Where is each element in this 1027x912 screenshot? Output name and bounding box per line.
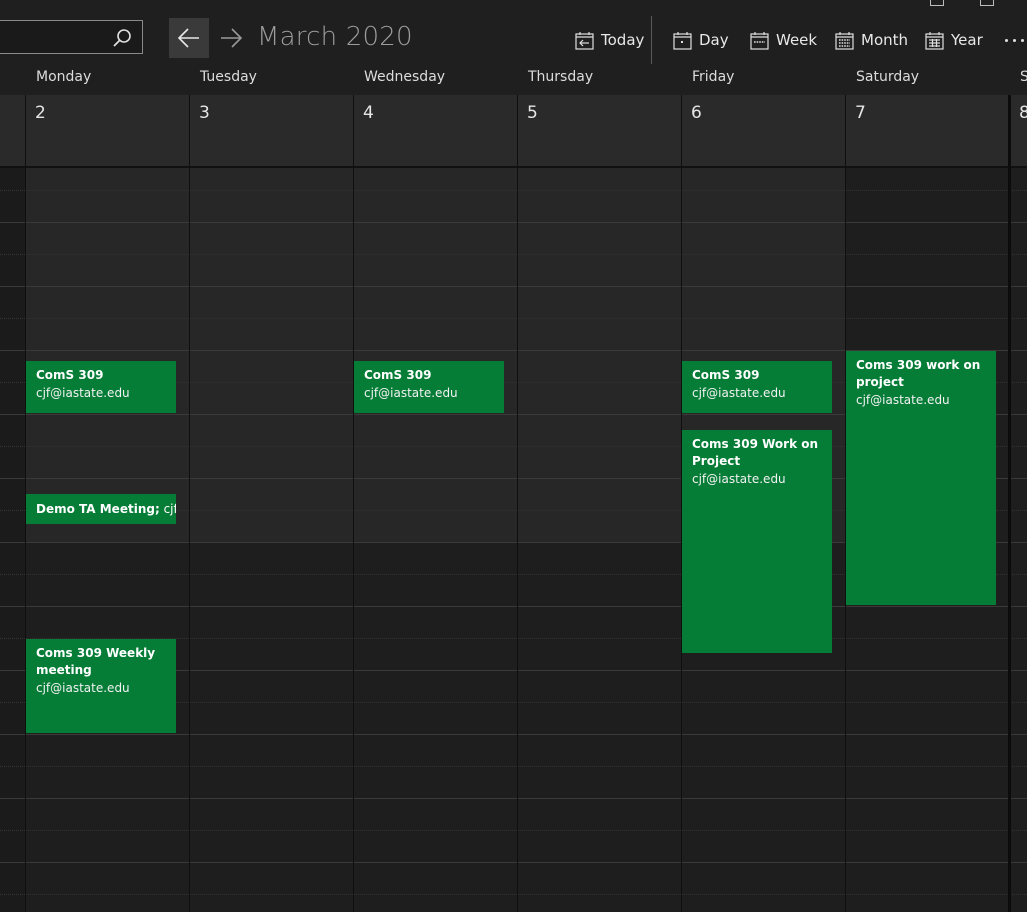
- date-number-tuesday[interactable]: 3: [199, 103, 210, 123]
- event-organizer: cjf@iastate.edu: [692, 472, 786, 486]
- previous-month-button[interactable]: [169, 18, 209, 58]
- arrow-right-icon: [221, 28, 243, 48]
- event-organizer: cjf@iastate.edu: [856, 393, 950, 407]
- hour-line: [0, 734, 1027, 735]
- next-month-button[interactable]: [211, 18, 247, 58]
- year-view-button[interactable]: Year: [925, 28, 983, 52]
- hour-line: [0, 798, 1027, 799]
- event-title: ComS 309: [692, 368, 760, 382]
- event-organizer: cjf@: [163, 502, 176, 516]
- column-divider: [517, 95, 518, 912]
- more-options-icon[interactable]: [1003, 26, 1027, 50]
- day-name-saturday: Saturday: [856, 69, 920, 85]
- toolbar-divider: [651, 16, 652, 64]
- column-divider-thick: [1008, 95, 1011, 912]
- event-card-friday-coms309[interactable]: ComS 309 cjf@iastate.edu: [682, 361, 832, 413]
- window-close-icon[interactable]: [980, 0, 994, 6]
- day-name-sunday: S: [1020, 69, 1027, 85]
- toolbar: March 2020 Today Day Week Month Year: [0, 0, 1027, 64]
- hour-line: [0, 606, 1027, 607]
- year-view-label: Year: [951, 31, 983, 49]
- event-card-wednesday-coms309[interactable]: ComS 309 cjf@iastate.edu: [354, 361, 504, 413]
- event-title: Coms 309 Weekly meeting: [36, 646, 156, 677]
- event-title: Coms 309 work on project: [856, 358, 981, 389]
- year-view-icon: [925, 31, 944, 50]
- event-organizer: cjf@iastate.edu: [36, 386, 130, 400]
- half-hour-line: [0, 830, 1027, 831]
- week-view-icon: [750, 31, 769, 50]
- today-button[interactable]: Today: [575, 28, 644, 52]
- event-organizer: cjf@iastate.edu: [36, 681, 130, 695]
- day-name-tuesday: Tuesday: [200, 69, 257, 85]
- column-divider: [189, 95, 190, 912]
- date-number-sunday[interactable]: 8: [1019, 103, 1027, 123]
- saturday-block: [846, 168, 1008, 352]
- month-view-icon: [835, 31, 854, 50]
- half-hour-line: [0, 254, 1027, 255]
- hour-line: [0, 222, 1027, 223]
- date-number-wednesday[interactable]: 4: [363, 103, 374, 123]
- day-name-thursday: Thursday: [528, 69, 594, 85]
- date-number-monday[interactable]: 2: [35, 103, 46, 123]
- window-restore-icon[interactable]: [930, 0, 944, 6]
- search-field[interactable]: [0, 20, 143, 54]
- half-hour-line: [0, 894, 1027, 895]
- hour-line: [0, 862, 1027, 863]
- event-title: Demo TA Meeting;: [36, 502, 160, 516]
- date-header-row: [0, 95, 1027, 166]
- half-hour-line: [0, 190, 1027, 191]
- search-input[interactable]: [5, 27, 109, 49]
- week-view-label: Week: [776, 31, 818, 49]
- event-title: ComS 309: [36, 368, 104, 382]
- event-card-monday-weekly-meeting[interactable]: Coms 309 Weekly meeting cjf@iastate.edu: [26, 639, 176, 733]
- arrow-left-icon: [177, 28, 199, 48]
- event-card-monday-coms309[interactable]: ComS 309 cjf@iastate.edu: [26, 361, 176, 413]
- event-title: ComS 309: [364, 368, 432, 382]
- date-number-thursday[interactable]: 5: [527, 103, 538, 123]
- event-card-monday-demo-ta[interactable]: Demo TA Meeting; cjf@: [26, 494, 176, 524]
- time-gutter: [0, 168, 26, 912]
- day-name-wednesday: Wednesday: [364, 69, 446, 85]
- day-view-button[interactable]: Day: [673, 28, 729, 52]
- month-title: March 2020: [257, 22, 413, 52]
- day-name-monday: Monday: [36, 69, 92, 85]
- today-icon: [575, 31, 594, 50]
- search-icon[interactable]: [112, 28, 132, 48]
- event-card-saturday-work-on-project[interactable]: Coms 309 work on project cjf@iastate.edu: [846, 351, 996, 605]
- half-hour-line: [0, 766, 1027, 767]
- event-organizer: cjf@iastate.edu: [692, 386, 786, 400]
- day-view-icon: [673, 31, 692, 50]
- event-title: Coms 309 Work on Project: [692, 437, 819, 468]
- month-view-button[interactable]: Month: [835, 28, 908, 52]
- event-organizer: cjf@iastate.edu: [364, 386, 458, 400]
- day-view-label: Day: [699, 31, 729, 49]
- month-view-label: Month: [861, 31, 909, 49]
- day-name-friday: Friday: [692, 69, 735, 85]
- today-label: Today: [601, 31, 645, 49]
- event-card-friday-work-on-project[interactable]: Coms 309 Work on Project cjf@iastate.edu: [682, 430, 832, 653]
- week-view-button[interactable]: Week: [750, 28, 817, 52]
- date-number-saturday[interactable]: 7: [855, 103, 866, 123]
- hour-line: [0, 286, 1027, 287]
- date-number-friday[interactable]: 6: [691, 103, 702, 123]
- column-divider: [353, 95, 354, 912]
- half-hour-line: [0, 318, 1027, 319]
